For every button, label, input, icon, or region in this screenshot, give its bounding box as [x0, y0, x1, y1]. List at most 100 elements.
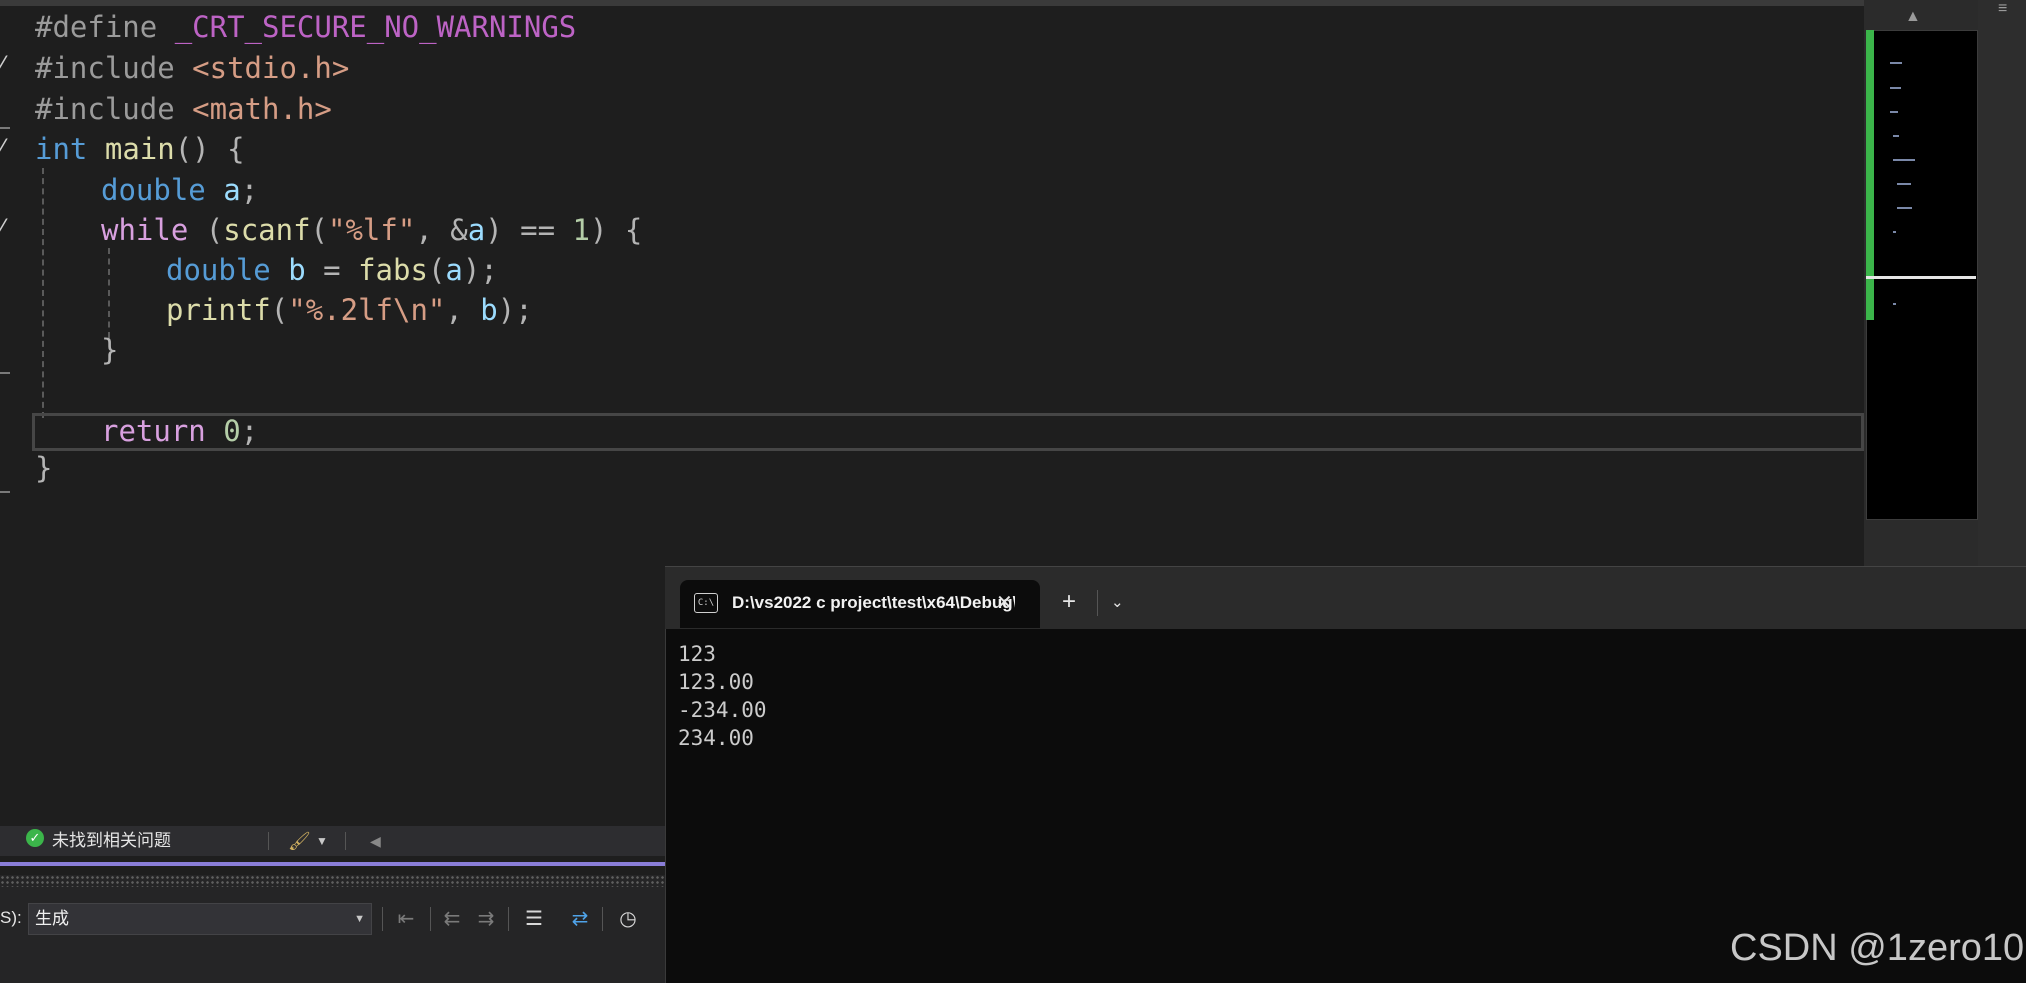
function-name: scanf — [223, 213, 311, 247]
editor-top-border — [0, 0, 2026, 6]
code-line-2[interactable]: #include <stdio.h> — [35, 48, 349, 88]
new-tab-plus-icon[interactable]: + — [1062, 586, 1076, 618]
code-line-11[interactable]: return 0; — [101, 411, 258, 451]
code-line-12[interactable]: } — [35, 448, 52, 488]
console-icon: C:\ — [694, 593, 718, 613]
output-source-value: 生成 — [35, 909, 69, 928]
punctuation: ( — [270, 293, 289, 327]
minimap-caret-line — [1866, 276, 1976, 279]
code-line-1[interactable]: #define _CRT_SECURE_NO_WARNINGS — [35, 7, 576, 47]
control-keyword: return — [101, 414, 206, 448]
chevron-down-icon[interactable]: ⌄ — [1111, 589, 1124, 617]
terminal-tab-title: D:\vs2022 c project\test\x64\Debug\test.… — [732, 593, 1015, 612]
output-source-select[interactable]: 生成 ▼ — [28, 903, 372, 935]
punctuation: , — [445, 293, 481, 327]
function-name: fabs — [358, 253, 428, 287]
punctuation: , & — [415, 213, 468, 247]
scroll-left-icon[interactable]: ◀ — [370, 826, 381, 856]
punctuation: ( — [310, 213, 329, 247]
issues-status[interactable]: 未找到相关问题 — [52, 826, 171, 856]
word-wrap-icon[interactable]: ⇄ — [566, 905, 594, 933]
close-icon[interactable]: ✕ — [996, 590, 1013, 616]
variable: a — [223, 173, 241, 207]
preprocessor-directive: #define — [35, 10, 158, 44]
minimap-code — [1893, 135, 1899, 137]
code-line-6[interactable]: while (scanf("%lf", &a) == 1) { — [101, 210, 642, 250]
minimap[interactable] — [1866, 30, 1978, 520]
minimap-code — [1897, 207, 1912, 209]
punctuation: ) == — [485, 213, 573, 247]
punctuation: = — [305, 253, 359, 287]
terminal-output-line: 123 — [678, 642, 716, 666]
code-line-3[interactable]: #include <math.h> — [35, 89, 332, 129]
code-line-9[interactable]: } — [101, 330, 118, 370]
closing-brace: } — [101, 333, 119, 367]
include-header: <stdio.h> — [192, 51, 350, 85]
right-side-strip — [1978, 0, 2026, 570]
punctuation: ( — [188, 213, 224, 247]
terminal-output-line: -234.00 — [678, 698, 767, 722]
code-line-4[interactable]: int main() { — [35, 129, 245, 169]
indent-guide — [42, 168, 44, 418]
type-keyword: double — [101, 173, 206, 207]
panel-splitter[interactable] — [0, 862, 665, 866]
function-name: printf — [166, 293, 271, 327]
output-source-label: S): — [0, 908, 22, 927]
code-cleanup-brush-icon[interactable]: 🖌 — [288, 826, 311, 856]
next-message-icon[interactable]: ⇉ — [472, 905, 500, 933]
clear-all-icon[interactable]: ☰ — [520, 905, 548, 933]
chevron-down-icon[interactable]: ▼ — [316, 826, 328, 856]
punctuation: ( — [427, 253, 446, 287]
punctuation: ); — [462, 253, 498, 287]
variable: a — [467, 213, 486, 247]
include-header: <math.h> — [192, 92, 332, 126]
minimap-code — [1890, 111, 1898, 113]
previous-message-icon[interactable]: ⇇ — [438, 905, 466, 933]
chevron-down-icon: ▼ — [354, 913, 365, 925]
current-line-highlight — [32, 413, 1864, 451]
code-line-8[interactable]: printf("%.2lf\n", b); — [166, 290, 533, 330]
number-literal: 0 — [223, 414, 241, 448]
separator — [345, 832, 346, 850]
variable: b — [288, 253, 306, 287]
separator — [382, 907, 383, 931]
code-line-5[interactable]: double a; — [101, 170, 258, 210]
type-keyword: int — [35, 132, 88, 166]
minimap-code — [1890, 62, 1902, 64]
fold-end-tick — [0, 491, 10, 493]
minimap-code — [1893, 159, 1915, 161]
preprocessor-directive: #include — [35, 92, 175, 126]
code-line-7[interactable]: double b = fabs(a); — [166, 250, 498, 290]
output-panel — [0, 887, 665, 983]
watermark-text: CSDN @1zero10 — [1730, 927, 2025, 969]
change-mark: ⁄ — [0, 136, 4, 161]
minimap-code — [1897, 183, 1911, 185]
type-keyword: double — [166, 253, 271, 287]
function-name: main — [104, 132, 175, 166]
preprocessor-directive: #include — [35, 51, 175, 85]
minimap-code — [1893, 231, 1896, 233]
minimap-code — [1890, 87, 1901, 89]
find-message-icon[interactable]: ⇤ — [392, 905, 420, 933]
separator — [602, 907, 603, 931]
panel-grip[interactable] — [0, 875, 665, 887]
punctuation: () { — [174, 132, 245, 166]
separator — [1097, 590, 1098, 616]
separator — [430, 907, 431, 931]
closing-brace: } — [35, 451, 53, 485]
check-circle-icon: ✓ — [26, 829, 44, 847]
change-mark: ⁄ — [0, 216, 4, 241]
punctuation: ) { — [589, 213, 643, 247]
fold-end-tick — [0, 372, 10, 374]
minimap-code — [1893, 303, 1896, 305]
terminal-output-line: 123.00 — [678, 670, 754, 694]
panel-icon[interactable]: ≡ — [1998, 0, 2007, 18]
string-literal: "%lf" — [328, 213, 416, 247]
clock-icon[interactable]: ◷ — [614, 905, 642, 933]
change-mark: ⁄ — [0, 53, 4, 78]
separator — [508, 907, 509, 931]
separator — [268, 832, 269, 850]
control-keyword: while — [101, 213, 189, 247]
scroll-up-icon[interactable]: ▲ — [1905, 8, 1921, 26]
macro-name: _CRT_SECURE_NO_WARNINGS — [174, 10, 577, 44]
